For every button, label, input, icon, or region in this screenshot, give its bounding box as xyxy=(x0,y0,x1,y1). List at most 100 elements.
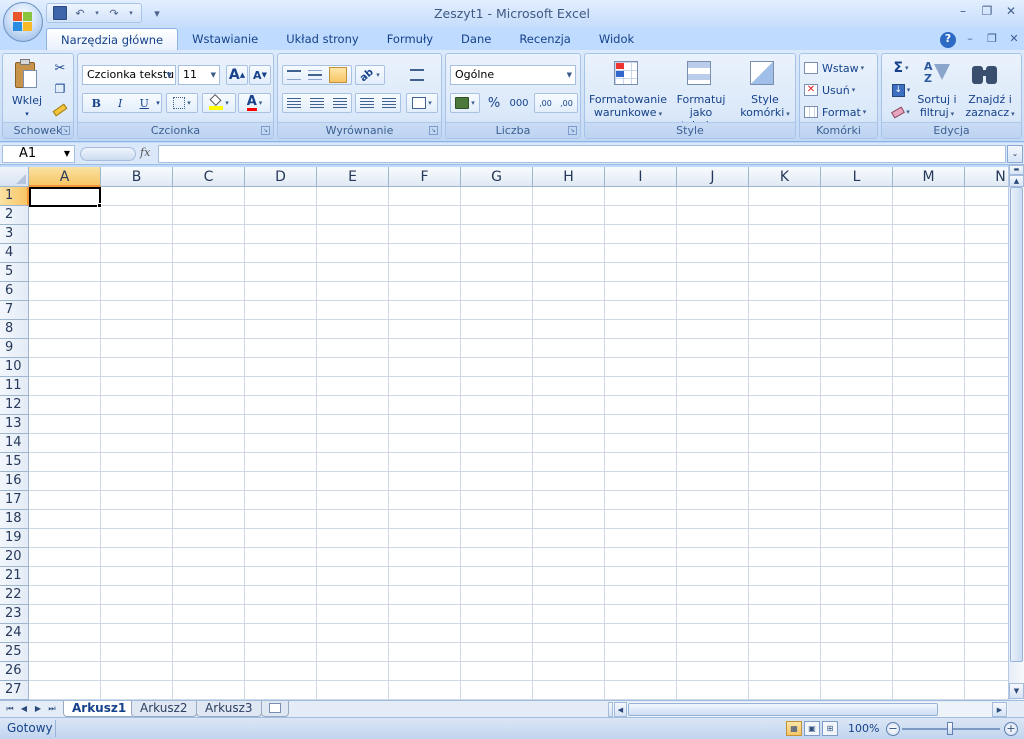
horizontal-scroll-thumb[interactable] xyxy=(628,703,938,716)
row-header-11[interactable]: 11 xyxy=(0,377,29,396)
vertical-scrollbar[interactable]: ▬ ▲ ▼ xyxy=(1008,165,1024,700)
page-break-view-icon[interactable]: ⊞ xyxy=(822,721,838,736)
align-top-icon[interactable] xyxy=(286,70,301,80)
paste-button[interactable]: Wklej xyxy=(7,94,47,107)
tab-review[interactable]: Recenzja xyxy=(505,28,585,51)
row-header-16[interactable]: 16 xyxy=(0,472,29,491)
column-header-b[interactable]: B xyxy=(101,167,173,187)
increase-indent-icon[interactable] xyxy=(382,98,396,108)
align-bottom-icon[interactable] xyxy=(329,67,348,83)
borders-button[interactable]: ▾ xyxy=(166,93,198,113)
font-color-button[interactable]: A ▾ xyxy=(238,93,271,113)
row-header-21[interactable]: 21 xyxy=(0,567,29,586)
insert-function-button[interactable]: fx xyxy=(140,146,156,162)
decrease-indent-icon[interactable] xyxy=(360,98,374,108)
row-header-4[interactable]: 4 xyxy=(0,244,29,263)
split-box-icon[interactable]: ▬ xyxy=(1009,165,1024,175)
row-header-19[interactable]: 19 xyxy=(0,529,29,548)
row-header-25[interactable]: 25 xyxy=(0,643,29,662)
zoom-out-icon[interactable]: − xyxy=(886,722,900,736)
row-header-12[interactable]: 12 xyxy=(0,396,29,415)
row-header-8[interactable]: 8 xyxy=(0,320,29,339)
column-header-l[interactable]: L xyxy=(821,167,893,187)
tab-insert[interactable]: Wstawianie xyxy=(178,28,272,51)
column-header-d[interactable]: D xyxy=(245,167,317,187)
cut-icon[interactable]: ✂ xyxy=(51,59,69,77)
help-icon[interactable]: ? xyxy=(940,32,956,48)
column-header-m[interactable]: M xyxy=(893,167,965,187)
restore-button[interactable]: ❐ xyxy=(976,4,998,20)
column-header-j[interactable]: J xyxy=(677,167,749,187)
number-format-combo[interactable]: Ogólne ▼ xyxy=(450,65,576,85)
underline-dropdown-icon[interactable]: ▾ xyxy=(156,99,160,107)
sort-filter-button[interactable]: Sortuj i filtruj ▾ xyxy=(916,93,958,121)
paste-dropdown-icon[interactable]: ▾ xyxy=(17,108,37,121)
doc-minimize-button[interactable]: – xyxy=(962,32,978,48)
percent-style-button[interactable]: % xyxy=(484,93,504,113)
insert-cells-button[interactable]: Wstaw ▾ xyxy=(804,58,876,78)
row-header-23[interactable]: 23 xyxy=(0,605,29,624)
insert-sheet-button[interactable] xyxy=(261,701,289,717)
zoom-in-icon[interactable]: + xyxy=(1004,722,1018,736)
formula-bar-splitter[interactable] xyxy=(80,147,136,161)
grow-font-button[interactable]: A ▲ xyxy=(226,65,248,85)
accounting-format-button[interactable]: ▾ xyxy=(450,93,480,113)
column-header-i[interactable]: I xyxy=(605,167,677,187)
column-header-c[interactable]: C xyxy=(173,167,245,187)
clear-button[interactable]: ▾ xyxy=(886,102,916,122)
row-header-3[interactable]: 3 xyxy=(0,225,29,244)
doc-close-button[interactable]: ✕ xyxy=(1006,32,1022,48)
hsplit-box-icon[interactable] xyxy=(608,702,613,717)
align-center-icon[interactable] xyxy=(309,98,324,108)
alignment-launcher-icon[interactable]: ↘ xyxy=(429,126,438,135)
merge-center-button[interactable]: ▾ xyxy=(406,93,438,113)
format-painter-icon[interactable] xyxy=(51,101,69,119)
fill-handle[interactable] xyxy=(97,203,102,208)
underline-button[interactable]: U xyxy=(132,97,156,110)
row-header-5[interactable]: 5 xyxy=(0,263,29,282)
number-launcher-icon[interactable]: ↘ xyxy=(568,126,577,135)
align-right-icon[interactable] xyxy=(332,98,347,108)
tab-data[interactable]: Dane xyxy=(447,28,505,51)
name-box[interactable]: A1 ▼ xyxy=(2,145,75,163)
conditional-formatting-icon[interactable] xyxy=(612,59,642,89)
find-select-button[interactable]: Znajdź i zaznacz ▾ xyxy=(960,93,1020,121)
sort-filter-icon[interactable]: A Z xyxy=(920,58,952,90)
column-header-g[interactable]: G xyxy=(461,167,533,187)
row-header-15[interactable]: 15 xyxy=(0,453,29,472)
formula-input[interactable] xyxy=(158,145,1006,163)
zoom-level[interactable]: 100% xyxy=(848,722,879,735)
row-header-2[interactable]: 2 xyxy=(0,206,29,225)
sheet-tab-arkusz1[interactable]: Arkusz1 xyxy=(63,701,136,717)
next-sheet-icon[interactable]: ▶ xyxy=(32,703,44,715)
delete-cells-button[interactable]: ✕ Usuń ▾ xyxy=(804,80,876,100)
prev-sheet-icon[interactable]: ◀ xyxy=(18,703,30,715)
format-cells-button[interactable]: Format ▾ xyxy=(804,102,876,122)
row-header-26[interactable]: 26 xyxy=(0,662,29,681)
column-header-k[interactable]: K xyxy=(749,167,821,187)
sheet-tab-arkusz2[interactable]: Arkusz2 xyxy=(131,701,197,717)
cell-styles-icon[interactable] xyxy=(748,59,778,89)
row-header-10[interactable]: 10 xyxy=(0,358,29,377)
office-button[interactable] xyxy=(3,2,43,42)
row-header-18[interactable]: 18 xyxy=(0,510,29,529)
format-as-table-icon[interactable] xyxy=(685,59,715,89)
minimize-button[interactable]: – xyxy=(952,4,974,20)
close-button[interactable]: ✕ xyxy=(1000,4,1022,20)
orientation-button[interactable]: ab ▾ xyxy=(355,65,385,85)
scroll-down-icon[interactable]: ▼ xyxy=(1009,683,1024,699)
expand-formula-bar-icon[interactable]: ⌄ xyxy=(1007,145,1023,163)
tab-home[interactable]: Narzędzia główne xyxy=(46,28,179,51)
copy-icon[interactable]: ❐ xyxy=(51,80,69,98)
align-middle-icon[interactable] xyxy=(307,70,322,80)
normal-view-icon[interactable]: ▦ xyxy=(786,721,802,736)
scroll-right-icon[interactable]: ▶ xyxy=(992,702,1007,717)
bold-button[interactable]: B xyxy=(84,97,108,110)
row-header-9[interactable]: 9 xyxy=(0,339,29,358)
tab-page-layout[interactable]: Układ strony xyxy=(272,28,372,51)
column-header-f[interactable]: F xyxy=(389,167,461,187)
row-header-7[interactable]: 7 xyxy=(0,301,29,320)
name-box-dropdown-icon[interactable]: ▼ xyxy=(64,146,70,162)
last-sheet-icon[interactable]: ⏭ xyxy=(46,703,58,715)
shrink-font-button[interactable]: A ▼ xyxy=(249,65,271,85)
